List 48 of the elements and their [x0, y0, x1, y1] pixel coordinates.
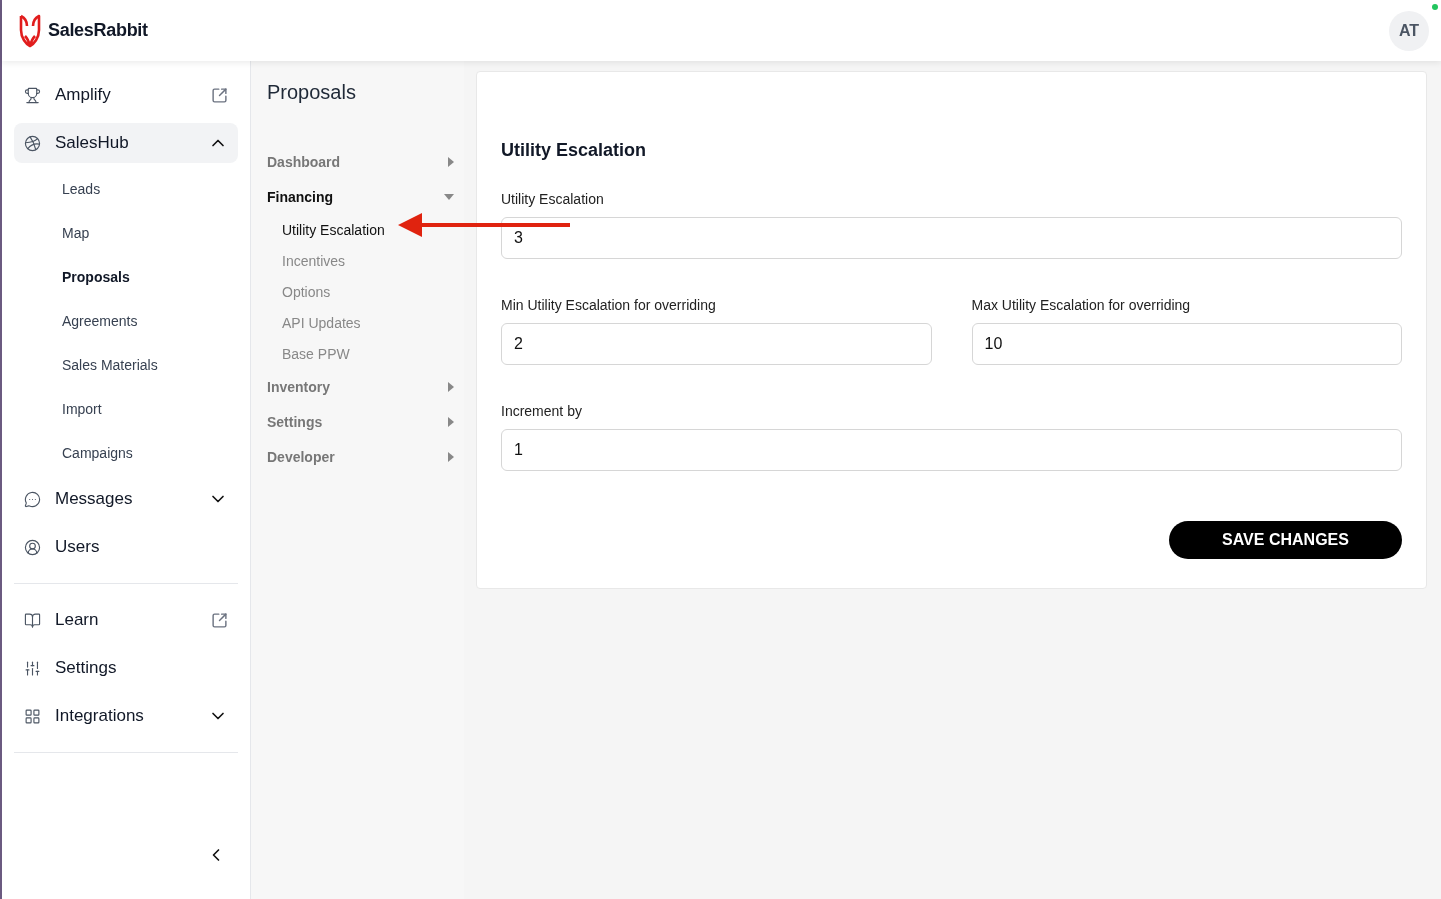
nav-item[interactable]: Financing: [267, 179, 454, 214]
menu-item-icon: [24, 86, 41, 104]
sidebar-item[interactable]: SalesHub: [14, 123, 238, 163]
menu-item-icon: [24, 611, 41, 629]
menu-item-icon: [24, 134, 41, 152]
user-avatar[interactable]: AT: [1389, 10, 1429, 51]
caret-right-icon: [448, 381, 454, 392]
menu-item-icon: [24, 707, 41, 725]
input-field[interactable]: 3: [501, 217, 1402, 259]
caret-right-icon: [448, 451, 454, 462]
field-label: Utility Escalation: [501, 191, 605, 207]
nav-item[interactable]: Inventory: [267, 369, 454, 404]
menu-item-icon: [24, 659, 41, 677]
sidebar-subitem[interactable]: Campaigns: [14, 431, 238, 475]
sidebar-subitem[interactable]: Proposals: [14, 255, 238, 299]
nav-item[interactable]: Developer: [267, 439, 454, 474]
field-label: Min Utility Escalation for overriding: [501, 297, 717, 313]
input-field[interactable]: 10: [971, 323, 1402, 365]
external-link-icon: [211, 86, 228, 104]
input-field[interactable]: 2: [501, 323, 932, 365]
menu-item-icon: [24, 538, 41, 556]
section-title: Proposals: [267, 81, 357, 104]
caret-right-icon: [448, 156, 454, 167]
form-title: Utility Escalation: [501, 140, 648, 161]
sidebar-item[interactable]: Learn: [14, 600, 238, 640]
sidebar-subitem[interactable]: Import: [14, 387, 238, 431]
field-label: Increment by: [501, 403, 583, 419]
external-link-icon: [211, 611, 228, 629]
sidebar-item[interactable]: Integrations: [14, 696, 238, 736]
nav-item[interactable]: Settings: [267, 404, 454, 439]
sidebar-item[interactable]: Users: [14, 527, 238, 567]
caret-down-icon: [444, 193, 454, 200]
sidebar-item[interactable]: Messages: [14, 479, 238, 519]
sidebar-subitem[interactable]: Agreements: [14, 299, 238, 343]
input-field[interactable]: 1: [501, 429, 1402, 471]
caret-right-icon: [448, 416, 454, 427]
menu-item-icon: [24, 490, 41, 508]
nav-subitem[interactable]: Utility Escalation: [267, 214, 385, 245]
rabbit-logo-icon: [18, 13, 42, 48]
field-label: Max Utility Escalation for overriding: [971, 297, 1192, 313]
sidebar-subitem[interactable]: Sales Materials: [14, 343, 238, 387]
save-changes-button[interactable]: SAVE CHANGES: [1169, 521, 1402, 559]
nav-item[interactable]: Dashboard: [267, 144, 454, 179]
sidebar-item[interactable]: Settings: [14, 648, 238, 688]
sidebar-subitem[interactable]: Map: [14, 211, 238, 255]
brand-name: SalesRabbit: [48, 20, 148, 41]
sidebar-item[interactable]: Amplify: [14, 75, 238, 115]
sidebar-subitem[interactable]: Leads: [14, 167, 238, 211]
